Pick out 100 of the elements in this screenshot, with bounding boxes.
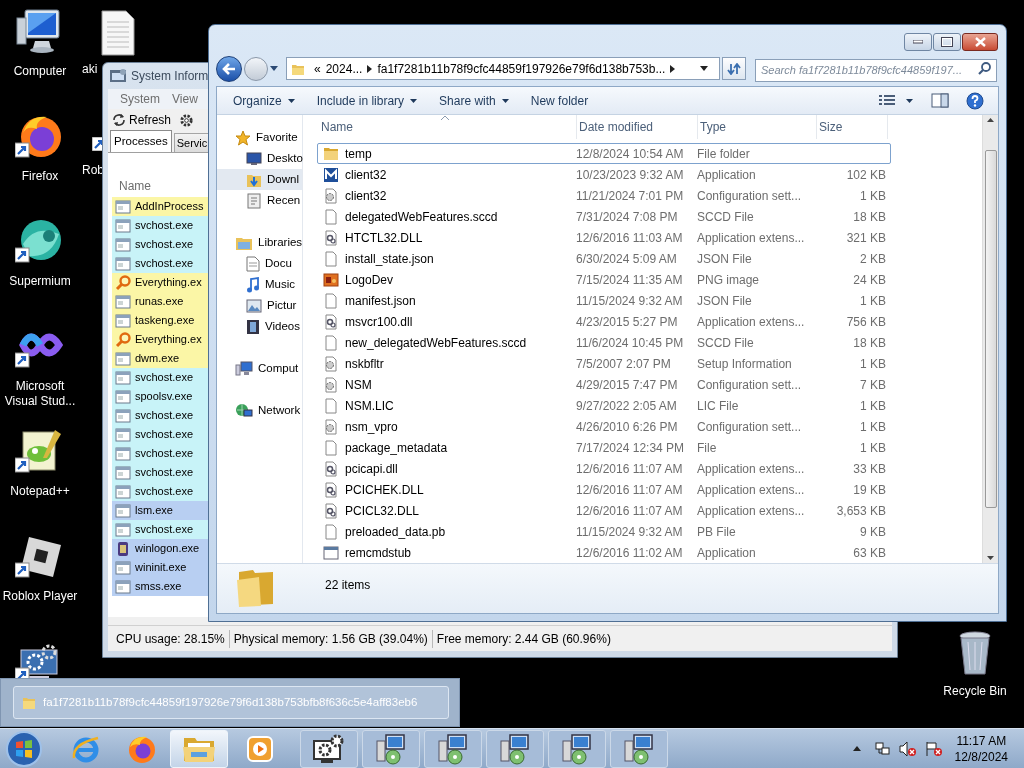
start-orb-icon[interactable] [4,729,44,768]
gear-icon[interactable] [179,112,195,128]
refresh-button[interactable] [722,57,746,81]
column-header[interactable]: Size [817,115,888,139]
taskbar-button[interactable] [362,729,420,768]
scroll-down-icon[interactable] [987,556,994,560]
breadcrumb[interactable]: fa1f7281b11b78f9cfc44859f197926e79f6d138b753b... [377,59,666,78]
app-window-icon [115,255,131,272]
date-cell-text: 12/6/2016 11:07 AM [576,460,684,478]
chevron-icon[interactable] [367,64,373,73]
file-row[interactable]: preloaded_data.pb 11/15/2024 9:32 AM PB File 9 KB [317,521,891,542]
nav-item[interactable]: Libraries [217,232,302,253]
desktop-icon-label[interactable]: Recycle Bin [943,684,1007,699]
file-row[interactable]: delegatedWebFeatures.sccd 7/31/2024 7:08 PM SCCD File 18 KB [317,206,891,227]
back-button[interactable] [216,55,242,82]
lock-icon [115,540,131,557]
taskbar-button[interactable] [424,729,482,768]
file-row[interactable]: client32 10/23/2023 9:32 AM Application 102 KB [317,164,891,185]
refresh-button[interactable]: Refresh [112,111,172,129]
search-icon [978,61,992,76]
installer-icon [436,732,470,765]
desktop-icon-label[interactable]: Computer [0,64,80,79]
file-row[interactable]: install_state.json 6/30/2024 5:09 AM JSON File 2 KB [317,248,891,269]
file-icon [323,292,339,309]
file-row[interactable]: HTCTL32.DLL 12/6/2016 11:03 AM Application extens... 321 KB [317,227,891,248]
taskbar-button[interactable] [548,729,606,768]
desktop-icon-label[interactable]: Notepad++ [0,484,80,499]
file-row[interactable]: msvcr100.dll 4/23/2015 5:27 PM Application extens... 756 KB [317,311,891,332]
scroll-thumb[interactable] [984,150,997,508]
nav-item[interactable]: Videos [217,316,302,337]
nav-item[interactable]: Comput [217,358,302,379]
nav-item[interactable]: Deskto [217,148,302,169]
address-bar[interactable]: « 2024... fa1f7281b11b78f9cfc44859f197926e79f6d138b753b... [286,57,720,81]
network-icon[interactable] [874,740,891,757]
desktop-icon-label[interactable]: Microsoft Visual Stud... [0,379,80,409]
dropdown-caret-icon[interactable] [270,66,278,72]
close-icon [974,37,986,47]
maximize-button[interactable] [933,33,961,51]
close-button[interactable] [962,33,998,51]
nav-item[interactable]: Network [217,400,302,421]
nav-item[interactable]: Downl [217,169,302,190]
file-row[interactable]: pcicapi.dll 12/6/2016 11:07 AM Application extens... 33 KB [317,458,891,479]
file-row[interactable]: LogoDev 7/15/2024 11:35 AM PNG image 24 KB [317,269,891,290]
flag-icon[interactable] [924,740,943,757]
tab[interactable]: Processes [110,130,172,152]
tab[interactable]: Servic [173,133,210,152]
scrollbar[interactable] [982,115,998,563]
desktop-icon-label[interactable]: aki [80,62,98,77]
file-row[interactable]: client32 11/21/2024 7:01 PM Configuration sett... 1 KB [317,185,891,206]
file-row[interactable]: temp 12/8/2024 10:54 AM File folder [317,143,891,164]
toolbar-button[interactable]: New folder [524,89,595,112]
nav-item[interactable]: Pictur [217,295,302,316]
help-icon[interactable] [966,91,984,110]
chevron-icon[interactable] [670,64,676,73]
desktop-icon-label[interactable]: Roblox Player [0,589,80,604]
file-row[interactable]: manifest.json 11/15/2024 9:32 AM JSON File 1 KB [317,290,891,311]
nav-item[interactable]: Docu [217,253,302,274]
column-header[interactable]: Date modified [577,115,698,139]
file-row[interactable]: NSM.LIC 9/27/2022 2:05 AM LIC File 1 KB [317,395,891,416]
file-row[interactable]: PCICHEK.DLL 12/6/2016 11:07 AM Application extens... 19 KB [317,479,891,500]
status-text: Free memory: 2.44 GB (60.96%) [431,629,615,648]
taskbar-button[interactable] [610,729,668,768]
refresh-icon [727,62,741,75]
search-field[interactable]: Search fa1f7281b11b78f9cfc44859f197... [755,58,997,82]
show-hidden-icons-icon[interactable] [852,746,861,751]
desktop-icon-label[interactable]: Firefox [0,169,80,184]
taskbar-button[interactable] [300,729,358,768]
view-list-icon[interactable] [878,93,896,108]
app-window-icon [115,578,131,595]
clock[interactable]: 11:17 AM 12/8/2024 [954,732,1008,765]
type-cell-text: Application extens... [697,502,806,520]
column-header[interactable]: Name [319,115,577,139]
menu-item[interactable]: System [114,90,166,108]
dropdown-caret-icon[interactable] [700,66,708,72]
taskbar-button[interactable] [486,729,544,768]
scroll-up-icon[interactable] [987,118,994,122]
file-name: install_state.json [345,250,434,268]
column-header[interactable]: Type [698,115,817,139]
toolbar-button[interactable]: Include in library [310,89,424,112]
menu-item[interactable]: View [166,90,204,108]
desktop-icon-label[interactable]: Supermium [0,274,80,289]
file-row[interactable]: nsm_vpro 4/26/2010 6:26 PM Configuration sett... 1 KB [317,416,891,437]
toolbar-button[interactable]: Organize [227,89,301,112]
file-row[interactable]: package_metadata 7/17/2024 12:34 PM File 1 KB [317,437,891,458]
toolbar-button[interactable]: Share with [433,89,515,112]
file-row[interactable]: nskbfltr 7/5/2007 2:07 PM Setup Information 1 KB [317,353,891,374]
dropdown-caret-icon[interactable] [906,98,913,103]
preview-pane-icon[interactable] [931,93,949,108]
file-row[interactable]: remcmdstub 12/6/2016 11:02 AM Application 63 KB [317,542,891,563]
file-row[interactable]: NSM 4/29/2015 7:47 PM Configuration sett... 7 KB [317,374,891,395]
breadcrumb[interactable]: 2024... [325,59,363,78]
file-row[interactable]: PCICL32.DLL 12/6/2016 11:07 AM Application extens... 3,653 KB [317,500,891,521]
nav-item[interactable]: Favorite [217,127,302,148]
breadcrumb-overflow[interactable]: « [314,59,321,78]
nav-item[interactable]: Music [217,274,302,295]
file-row[interactable]: new_delegatedWebFeatures.sccd 11/6/2024 10:45 PM SCCD File 18 KB [317,332,891,353]
muted-speaker-icon[interactable] [898,740,917,757]
nav-item[interactable]: Recen [217,190,302,211]
size-cell-text: 9 KB [859,523,886,541]
column-header[interactable]: Name [112,175,202,197]
